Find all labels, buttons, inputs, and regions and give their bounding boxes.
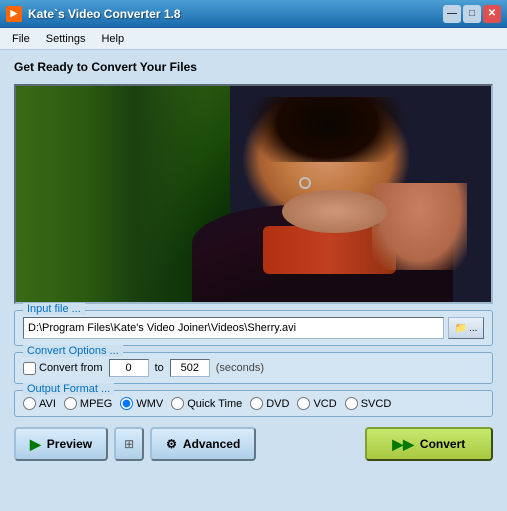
format-wmv-radio[interactable]: [120, 397, 133, 410]
format-quicktime[interactable]: Quick Time: [171, 397, 242, 410]
menubar: File Settings Help: [0, 28, 507, 50]
menu-file[interactable]: File: [4, 31, 38, 47]
format-mpeg-label: MPEG: [80, 398, 112, 410]
format-dvd-label: DVD: [266, 398, 289, 410]
convert-options-legend: Convert Options ...: [23, 345, 123, 357]
format-quicktime-label: Quick Time: [187, 398, 242, 410]
browse-dots: ...: [469, 323, 477, 334]
format-wmv-label: WMV: [136, 398, 163, 410]
format-vcd-radio[interactable]: [297, 397, 310, 410]
titlebar-buttons: — □ ✕: [443, 5, 501, 23]
input-file-legend: Input file ...: [23, 303, 85, 315]
to-label: to: [155, 362, 164, 374]
grid-icon: ⊞: [124, 437, 134, 451]
person-hand: [282, 190, 387, 233]
input-file-section: Input file ... 📁 ...: [14, 310, 493, 346]
output-format-row: AVI MPEG WMV Quick Time DVD VCD: [23, 397, 484, 410]
file-path-input[interactable]: [23, 317, 444, 339]
person-arm: [372, 183, 467, 269]
output-format-section: Output Format ... AVI MPEG WMV Quick Tim…: [14, 390, 493, 417]
input-row: 📁 ...: [23, 317, 484, 339]
minimize-button[interactable]: —: [443, 5, 461, 23]
menu-help[interactable]: Help: [93, 31, 132, 47]
format-svcd-radio[interactable]: [345, 397, 358, 410]
person-hair: [197, 97, 435, 162]
advanced-label: Advanced: [183, 437, 240, 451]
preview-button[interactable]: ▶ Preview: [14, 427, 108, 461]
folder-icon: 📁: [455, 323, 467, 334]
format-wmv[interactable]: WMV: [120, 397, 163, 410]
format-avi[interactable]: AVI: [23, 397, 56, 410]
window-title: Kate`s Video Converter 1.8: [28, 7, 443, 21]
seconds-label: (seconds): [216, 362, 264, 374]
convert-options-row: Convert from to (seconds): [23, 359, 484, 377]
advanced-button[interactable]: ⚙ Advanced: [150, 427, 256, 461]
convert-button[interactable]: ▶▶ Convert: [365, 427, 493, 461]
close-button[interactable]: ✕: [483, 5, 501, 23]
jewelry: [299, 177, 311, 189]
format-avi-label: AVI: [39, 398, 56, 410]
format-vcd[interactable]: VCD: [297, 397, 336, 410]
maximize-button[interactable]: □: [463, 5, 481, 23]
bottom-buttons: ▶ Preview ⊞ ⚙ Advanced ▶▶ Convert: [14, 427, 493, 461]
format-svcd-label: SVCD: [361, 398, 392, 410]
browse-button[interactable]: 📁 ...: [448, 317, 484, 339]
format-vcd-label: VCD: [313, 398, 336, 410]
format-dvd[interactable]: DVD: [250, 397, 289, 410]
convert-from-label: Convert from: [39, 362, 103, 374]
convert-from-checkbox-label[interactable]: Convert from: [23, 362, 103, 375]
play-icon: ▶: [30, 436, 41, 453]
from-value-input[interactable]: [109, 359, 149, 377]
titlebar: ▶ Kate`s Video Converter 1.8 — □ ✕: [0, 0, 507, 28]
convert-options-section: Convert Options ... Convert from to (sec…: [14, 352, 493, 384]
video-frame: [16, 86, 491, 302]
video-preview: [14, 84, 493, 304]
grid-button[interactable]: ⊞: [114, 427, 144, 461]
convert-from-checkbox[interactable]: [23, 362, 36, 375]
main-content: Get Ready to Convert Your Files Input fi…: [0, 50, 507, 511]
format-svcd[interactable]: SVCD: [345, 397, 392, 410]
gear-icon: ⚙: [166, 437, 177, 451]
app-icon: ▶: [6, 6, 22, 22]
preview-label: Preview: [47, 437, 92, 451]
app-icon-glyph: ▶: [11, 8, 18, 19]
page-title: Get Ready to Convert Your Files: [14, 60, 493, 74]
format-quicktime-radio[interactable]: [171, 397, 184, 410]
format-avi-radio[interactable]: [23, 397, 36, 410]
output-format-legend: Output Format ...: [23, 383, 114, 395]
menu-settings[interactable]: Settings: [38, 31, 94, 47]
format-mpeg[interactable]: MPEG: [64, 397, 112, 410]
fast-forward-icon: ▶▶: [392, 436, 414, 453]
convert-label: Convert: [420, 437, 465, 451]
to-value-input[interactable]: [170, 359, 210, 377]
format-mpeg-radio[interactable]: [64, 397, 77, 410]
format-dvd-radio[interactable]: [250, 397, 263, 410]
